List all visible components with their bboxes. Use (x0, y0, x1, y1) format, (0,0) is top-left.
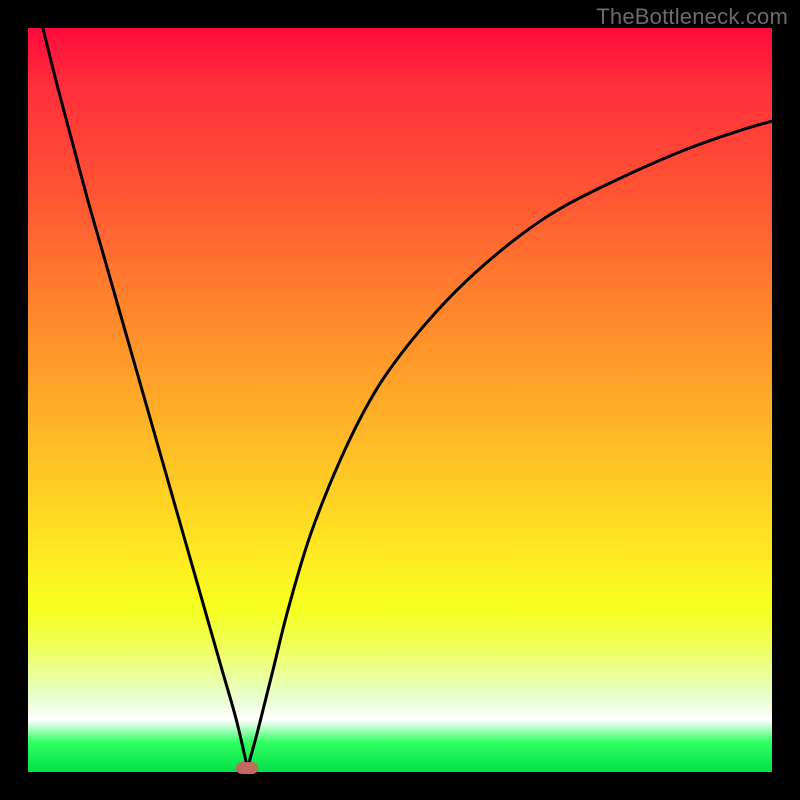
curve-svg (28, 28, 772, 772)
curve-right-branch (247, 121, 772, 768)
watermark-text: TheBottleneck.com (596, 4, 788, 30)
plot-area (28, 28, 772, 772)
curve-left-branch (43, 28, 248, 768)
minimum-marker (236, 762, 258, 774)
chart-frame: TheBottleneck.com (0, 0, 800, 800)
